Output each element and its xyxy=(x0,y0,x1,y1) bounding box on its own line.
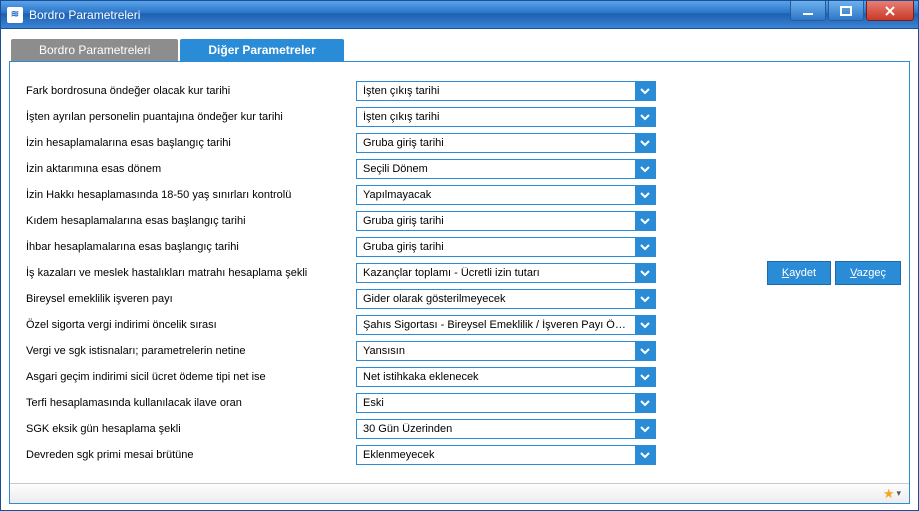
select-value: Yapılmayacak xyxy=(357,189,635,201)
select-value: 30 Gün Üzerinden xyxy=(357,423,635,435)
panel: Fark bordrosuna öndeğer olacak kur tarih… xyxy=(9,61,910,504)
window-controls xyxy=(790,1,918,28)
action-bar: Kaydet Vazgeç xyxy=(759,62,909,483)
form-row: İhbar hesaplamalarına esas başlangıç tar… xyxy=(26,234,743,260)
chevron-down-icon[interactable] xyxy=(635,108,655,126)
form-row: Vergi ve sgk istisnaları; parametrelerin… xyxy=(26,338,743,364)
form-label: İzin Hakkı hesaplamasında 18-50 yaş sını… xyxy=(26,189,356,201)
form-label: Bireysel emeklilik işveren payı xyxy=(26,293,356,305)
form-label: Kıdem hesaplamalarına esas başlangıç tar… xyxy=(26,215,356,227)
cancel-button[interactable]: Vazgeç xyxy=(835,261,901,285)
status-dropdown-icon[interactable]: ▾ xyxy=(896,488,901,499)
select-value: Gruba giriş tarihi xyxy=(357,137,635,149)
form-area: Fark bordrosuna öndeğer olacak kur tarih… xyxy=(10,62,759,483)
select-value: Şahıs Sigortası - Bireysel Emeklilik / İ… xyxy=(357,319,635,331)
chevron-down-icon[interactable] xyxy=(635,160,655,178)
titlebar: ≋ Bordro Parametreleri xyxy=(1,1,918,29)
form-label: Devreden sgk primi mesai brütüne xyxy=(26,449,356,461)
select-value: Gider olarak gösterilmeyecek xyxy=(357,293,635,305)
form-row: Özel sigorta vergi indirimi öncelik sıra… xyxy=(26,312,743,338)
chevron-down-icon[interactable] xyxy=(635,290,655,308)
select-field[interactable]: Gruba giriş tarihi xyxy=(356,133,656,153)
form-label: Asgari geçim indirimi sicil ücret ödeme … xyxy=(26,371,356,383)
select-field[interactable]: Gider olarak gösterilmeyecek xyxy=(356,289,656,309)
form-row: İzin hesaplamalarına esas başlangıç tari… xyxy=(26,130,743,156)
client-area: Bordro Parametreleri Diğer Parametreler … xyxy=(1,29,918,510)
form-row: Devreden sgk primi mesai brütüneEklenmey… xyxy=(26,442,743,468)
select-field[interactable]: İşten çıkış tarihi xyxy=(356,81,656,101)
select-value: Yansısın xyxy=(357,345,635,357)
form-row: Bireysel emeklilik işveren payıGider ola… xyxy=(26,286,743,312)
chevron-down-icon[interactable] xyxy=(635,368,655,386)
form-label: Fark bordrosuna öndeğer olacak kur tarih… xyxy=(26,85,356,97)
select-value: İşten çıkış tarihi xyxy=(357,85,635,97)
form-label: Terfi hesaplamasında kullanılacak ilave … xyxy=(26,397,356,409)
form-label: İhbar hesaplamalarına esas başlangıç tar… xyxy=(26,241,356,253)
minimize-button[interactable] xyxy=(790,1,826,21)
form-label: İzin aktarımına esas dönem xyxy=(26,163,356,175)
form-row: SGK eksik gün hesaplama şekli30 Gün Üzer… xyxy=(26,416,743,442)
tab-diger-parametreler[interactable]: Diğer Parametreler xyxy=(180,39,343,61)
select-value: Gruba giriş tarihi xyxy=(357,241,635,253)
select-field[interactable]: 30 Gün Üzerinden xyxy=(356,419,656,439)
select-field[interactable]: Kazançlar toplamı - Ücretli izin tutarı xyxy=(356,263,656,283)
form-row: Fark bordrosuna öndeğer olacak kur tarih… xyxy=(26,78,743,104)
select-field[interactable]: Yapılmayacak xyxy=(356,185,656,205)
select-field[interactable]: Gruba giriş tarihi xyxy=(356,237,656,257)
form-row: İzin aktarımına esas dönemSeçili Dönem xyxy=(26,156,743,182)
form-label: İzin hesaplamalarına esas başlangıç tari… xyxy=(26,137,356,149)
form-label: İşten ayrılan personelin puantajına önde… xyxy=(26,111,356,123)
select-field[interactable]: Yansısın xyxy=(356,341,656,361)
select-field[interactable]: Şahıs Sigortası - Bireysel Emeklilik / İ… xyxy=(356,315,656,335)
chevron-down-icon[interactable] xyxy=(635,186,655,204)
form-row: İş kazaları ve meslek hastalıkları matra… xyxy=(26,260,743,286)
app-window: ≋ Bordro Parametreleri Bordro Parametrel… xyxy=(0,0,919,511)
select-value: Kazançlar toplamı - Ücretli izin tutarı xyxy=(357,267,635,279)
chevron-down-icon[interactable] xyxy=(635,264,655,282)
save-button[interactable]: Kaydet xyxy=(767,261,831,285)
maximize-button[interactable] xyxy=(828,1,864,21)
chevron-down-icon[interactable] xyxy=(635,316,655,334)
close-button[interactable] xyxy=(866,1,914,21)
form-label: Vergi ve sgk istisnaları; parametrelerin… xyxy=(26,345,356,357)
form-row: İzin Hakkı hesaplamasında 18-50 yaş sını… xyxy=(26,182,743,208)
select-field[interactable]: Eklenmeyecek xyxy=(356,445,656,465)
status-bar: ★ ▾ xyxy=(10,483,909,503)
chevron-down-icon[interactable] xyxy=(635,420,655,438)
select-value: Eski xyxy=(357,397,635,409)
form-row: Terfi hesaplamasında kullanılacak ilave … xyxy=(26,390,743,416)
select-field[interactable]: Eski xyxy=(356,393,656,413)
select-field[interactable]: Gruba giriş tarihi xyxy=(356,211,656,231)
tab-strip: Bordro Parametreleri Diğer Parametreler xyxy=(1,29,918,61)
chevron-down-icon[interactable] xyxy=(635,82,655,100)
select-value: Gruba giriş tarihi xyxy=(357,215,635,227)
window-title: Bordro Parametreleri xyxy=(29,8,140,22)
form-label: İş kazaları ve meslek hastalıkları matra… xyxy=(26,267,356,279)
select-value: Eklenmeyecek xyxy=(357,449,635,461)
chevron-down-icon[interactable] xyxy=(635,342,655,360)
tab-bordro-parametreleri[interactable]: Bordro Parametreleri xyxy=(11,39,178,61)
form-label: SGK eksik gün hesaplama şekli xyxy=(26,423,356,435)
select-value: İşten çıkış tarihi xyxy=(357,111,635,123)
form-label: Özel sigorta vergi indirimi öncelik sıra… xyxy=(26,319,356,331)
chevron-down-icon[interactable] xyxy=(635,238,655,256)
form-row: Kıdem hesaplamalarına esas başlangıç tar… xyxy=(26,208,743,234)
chevron-down-icon[interactable] xyxy=(635,212,655,230)
select-value: Seçili Dönem xyxy=(357,163,635,175)
select-value: Net istihkaka eklenecek xyxy=(357,371,635,383)
select-field[interactable]: Net istihkaka eklenecek xyxy=(356,367,656,387)
app-icon: ≋ xyxy=(7,7,23,23)
select-field[interactable]: Seçili Dönem xyxy=(356,159,656,179)
chevron-down-icon[interactable] xyxy=(635,394,655,412)
form-row: Asgari geçim indirimi sicil ücret ödeme … xyxy=(26,364,743,390)
select-field[interactable]: İşten çıkış tarihi xyxy=(356,107,656,127)
chevron-down-icon[interactable] xyxy=(635,446,655,464)
form-row: İşten ayrılan personelin puantajına önde… xyxy=(26,104,743,130)
favorite-icon[interactable]: ★ xyxy=(883,486,895,502)
chevron-down-icon[interactable] xyxy=(635,134,655,152)
